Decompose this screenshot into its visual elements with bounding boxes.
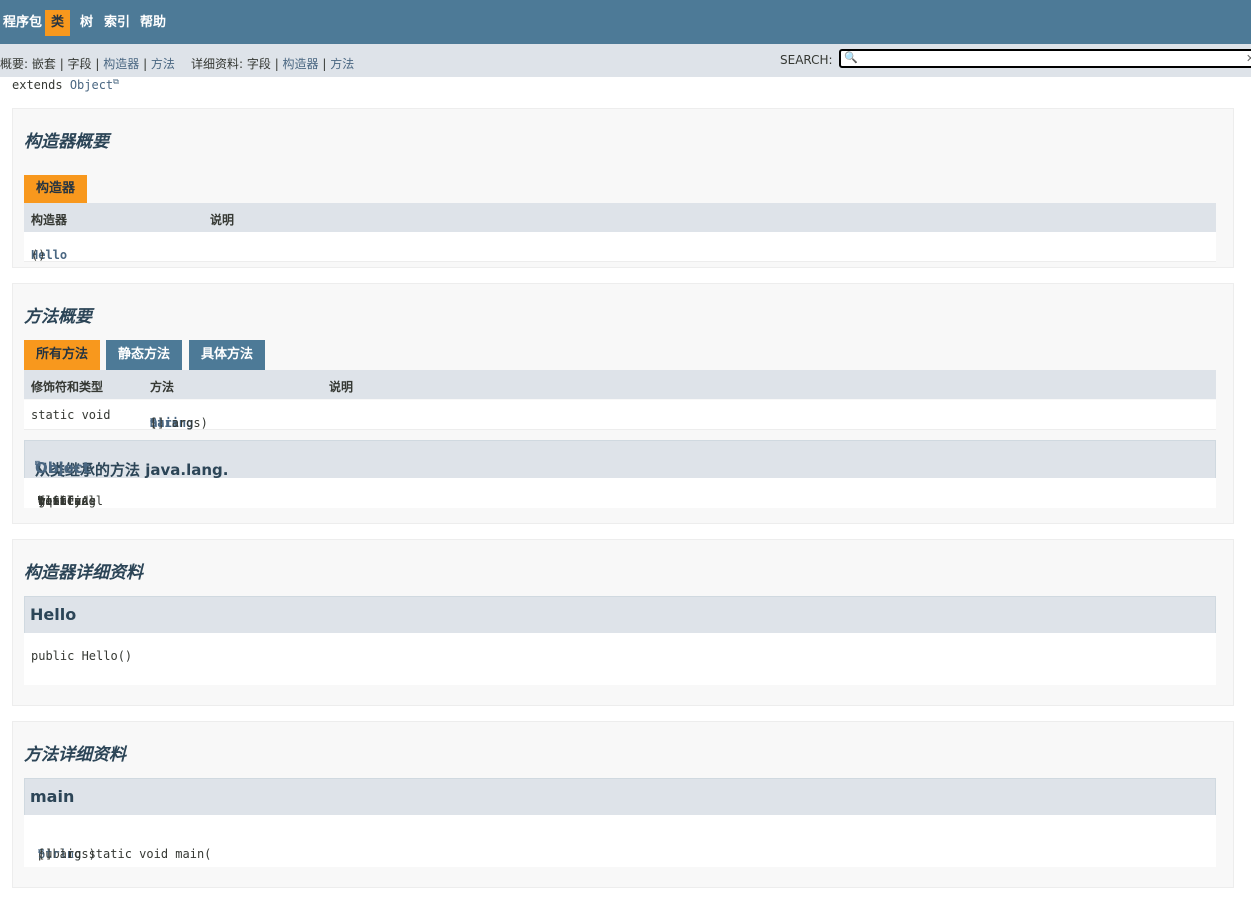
tab-constructors[interactable]: 构造器 (24, 175, 88, 203)
method-detail-title: 方法详细资料 (24, 745, 126, 765)
detail-prefix: 详细资料: (191, 57, 247, 71)
method-table-header: 修饰符和类型 方法 说明 (24, 370, 1216, 399)
separator: | (318, 57, 331, 71)
tab-concrete-methods[interactable]: 具体方法 (189, 340, 266, 370)
method-params: [] args) (150, 416, 208, 430)
extends-keyword: extends (12, 78, 63, 92)
nav-class[interactable]: 类 (45, 10, 71, 36)
top-navbar: 程序包 类 树 索引 帮助 (0, 0, 1251, 44)
table-row: static void main(String ⧉[] args) (24, 400, 1216, 430)
external-link-icon: ⧉ (38, 494, 44, 503)
nav-tree[interactable]: 树 (77, 10, 96, 36)
extends-line: extends Object⧉ (12, 77, 119, 92)
separator: | (55, 57, 68, 71)
inherited-methods-heading: 从类继承的方法 java.lang. Object ⧉ (24, 440, 1216, 480)
separator: | (139, 57, 151, 71)
constructor-table-header: 构造器 说明 (24, 203, 1216, 232)
detail-links: 详细资料: 字段 | 构造器 | 方法 (191, 55, 354, 72)
method-summary-section: 方法概要 所有方法 静态方法 具体方法 修饰符和类型 方法 说明 static … (12, 283, 1234, 524)
detail-field: 字段 (246, 57, 271, 71)
constructor-detail-heading: Hello (24, 596, 1216, 634)
separator: | (91, 57, 104, 71)
reset-icon[interactable]: ✕ (1246, 52, 1251, 65)
extends-class-link[interactable]: Object (70, 78, 113, 92)
constructor-name: Hello (30, 605, 77, 624)
detail-method-link[interactable]: 方法 (330, 57, 354, 71)
col-description: 说明 (329, 380, 354, 394)
method-summary-title: 方法概要 (24, 307, 92, 327)
detail-constructor-link[interactable]: 构造器 (283, 57, 319, 71)
method-detail-heading: main (24, 778, 1216, 816)
separator: | (270, 57, 283, 71)
tab-all-methods[interactable]: 所有方法 (24, 340, 101, 370)
col-modifier-type: 修饰符和类型 (31, 380, 104, 394)
summary-nested: 嵌套 (31, 57, 56, 71)
constructor-detail-section: 构造器详细资料 Hello public Hello() (12, 539, 1234, 706)
col-description: 说明 (210, 213, 235, 227)
col-method: 方法 (150, 380, 175, 394)
table-row: Hello() (24, 232, 1216, 262)
nav-index[interactable]: 索引 (101, 10, 133, 36)
summary-constructor-link[interactable]: 构造器 (103, 57, 139, 71)
summary-field: 字段 (67, 57, 92, 71)
method-detail-section: 方法详细资料 main public static void main(Stri… (12, 721, 1234, 888)
constructor-detail-title: 构造器详细资料 (24, 563, 143, 583)
method-name: main (30, 787, 75, 806)
constructor-summary-title: 构造器概要 (24, 132, 109, 152)
external-link-icon: ⧉ (113, 77, 119, 86)
inherited-methods-list: clone ⧉, equals ⧉, finalize ⧉, getClass ⧉, h… (24, 478, 1216, 508)
nav-help[interactable]: 帮助 (137, 10, 169, 36)
summary-method-link[interactable]: 方法 (151, 57, 175, 71)
col-constructor: 构造器 (31, 213, 68, 227)
search-icon: 🔍 (844, 51, 858, 64)
constructor-summary-section: 构造器概要 构造器 构造器 说明 Hello() (12, 108, 1234, 268)
constructor-signature-block: public Hello() (24, 633, 1216, 685)
summary-prefix: 概要: (0, 57, 32, 71)
tab-static-methods[interactable]: 静态方法 (106, 340, 183, 370)
object-class-link[interactable]: Object (35, 459, 90, 477)
sig-suffix: [] args) (38, 847, 96, 861)
nav-package[interactable]: 程序包 (0, 10, 45, 36)
method-modifier: static void (31, 408, 111, 422)
external-link-icon: ⧉ (35, 459, 41, 468)
search-input[interactable]: 🔍 (839, 49, 1251, 68)
constructor-params: () (31, 248, 46, 262)
constructor-signature: public Hello() (31, 649, 133, 663)
method-signature-block: public static void main(String ⧉[] args) (24, 815, 1216, 867)
search-label: SEARCH: (780, 53, 833, 67)
summary-links: 概要: 嵌套 | 字段 | 构造器 | 方法 (0, 55, 175, 72)
